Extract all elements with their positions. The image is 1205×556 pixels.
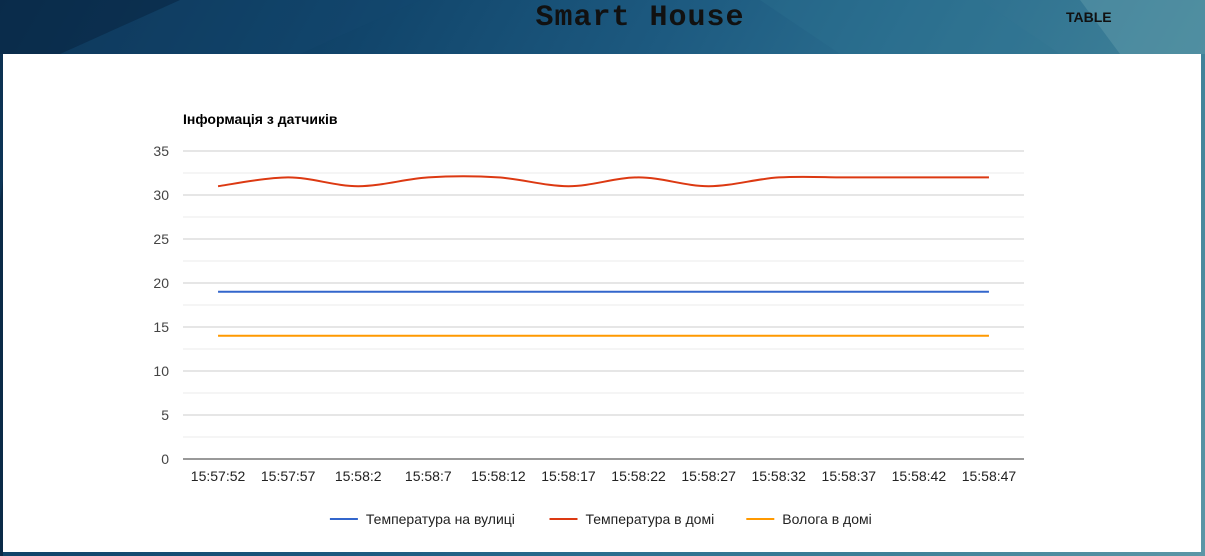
y-tick-label: 35 [153,143,169,159]
legend-item-1[interactable]: Температура на вулиці [329,511,515,527]
x-tick-label: 15:57:57 [261,468,316,484]
legend-label: Температура на вулиці [366,511,515,527]
x-tick-label: 15:58:2 [335,468,382,484]
site-title: Smart House [535,1,745,35]
y-tick-label: 20 [153,275,169,291]
site-header: Smart House TABLE [0,0,1205,54]
series-line-2[interactable] [217,175,989,188]
y-tick-label: 15 [153,319,169,335]
legend-item-3[interactable]: Волога в домі [746,511,872,527]
legend-label: Температура в домі [586,511,715,527]
x-tick-label: 15:58:47 [962,468,1017,484]
chart-panel: Інформація з датчиків 0 5 10 15 20 25 30 35 15:… [3,54,1201,552]
x-tick-label: 15:58:32 [751,468,806,484]
x-tick-label: 15:58:27 [681,468,736,484]
y-tick-label: 10 [153,363,169,379]
chart-title: Інформація з датчиків [183,111,338,127]
sensor-line-chart: Інформація з датчиків 0 5 10 15 20 25 30 35 15:… [153,111,1024,527]
x-tick-label: 15:58:22 [611,468,666,484]
y-tick-label: 25 [153,231,169,247]
legend-item-2[interactable]: Температура в домі [549,511,715,527]
y-tick-label: 0 [161,451,169,467]
x-tick-label: 15:58:42 [892,468,947,484]
nav-link-table[interactable]: TABLE [1066,9,1112,25]
y-tick-label: 30 [153,187,169,203]
x-tick-label: 15:58:12 [471,468,526,484]
y-tick-label: 5 [161,407,169,423]
x-tick-label: 15:58:7 [405,468,452,484]
legend-label: Волога в домі [782,511,871,527]
x-tick-label: 15:57:52 [191,468,246,484]
x-tick-label: 15:58:37 [822,468,877,484]
x-tick-label: 15:58:17 [541,468,596,484]
